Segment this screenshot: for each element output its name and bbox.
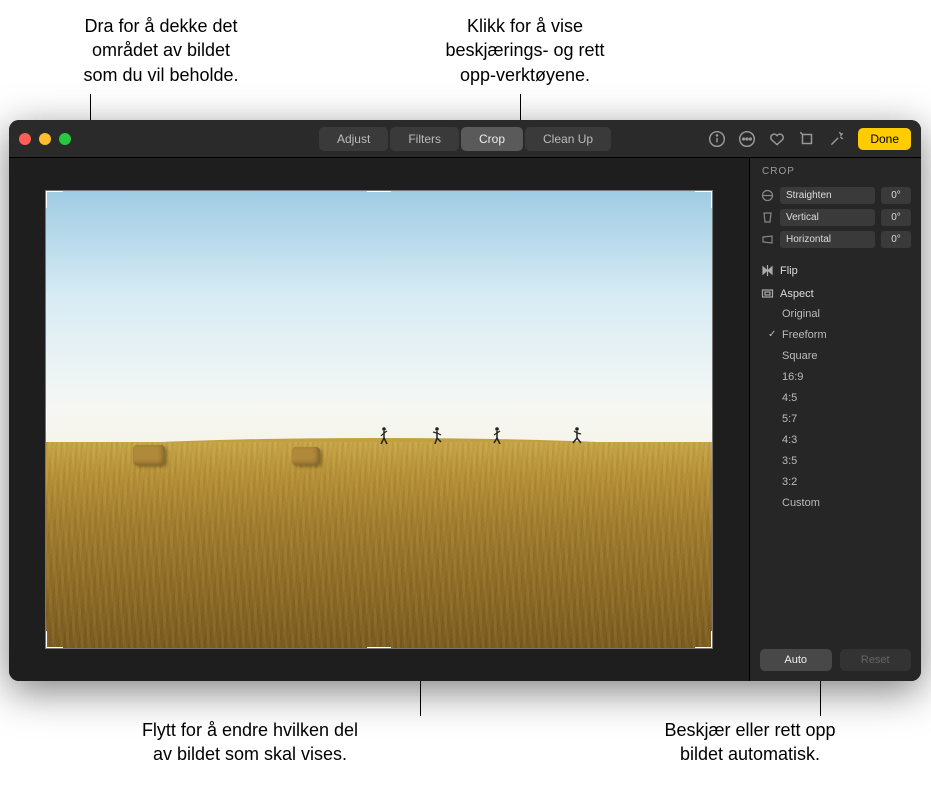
- aspect-5-7[interactable]: 5:7: [782, 410, 911, 428]
- vertical-row: Vertical 0°: [760, 209, 911, 226]
- flip-icon: [760, 264, 774, 277]
- toolbar-right: Done: [708, 128, 911, 150]
- window-controls: [19, 133, 71, 145]
- flip-label: Flip: [780, 265, 798, 277]
- vertical-perspective-icon: [760, 211, 774, 224]
- crop-handle-bottom-left[interactable]: [45, 631, 63, 649]
- aspect-list: Original Freeform Square 16:9 4:5 5:7 4:…: [760, 305, 911, 512]
- runner-figure: [432, 426, 442, 446]
- titlebar: Adjust Filters Crop Clean Up Done: [9, 120, 921, 158]
- horizontal-row: Horizontal 0°: [760, 231, 911, 248]
- straighten-row: Straighten 0°: [760, 187, 911, 204]
- reset-button: Reset: [840, 649, 912, 671]
- slider-label: Vertical: [786, 212, 819, 223]
- runner-figure: [572, 426, 582, 446]
- crop-handle-right[interactable]: [711, 408, 713, 432]
- favorite-icon[interactable]: [768, 130, 786, 148]
- maximize-button[interactable]: [59, 133, 71, 145]
- callout-crop-tools: Klikk for å vise beskjærings- og rett op…: [395, 14, 655, 87]
- crop-handle-left[interactable]: [45, 408, 47, 432]
- straighten-value[interactable]: 0°: [881, 187, 911, 204]
- runner-figure: [492, 426, 502, 446]
- aspect-3-5[interactable]: 3:5: [782, 452, 911, 470]
- aspect-freeform[interactable]: Freeform: [782, 326, 911, 344]
- hay-bale: [292, 447, 320, 465]
- callout-move: Flytt for å endre hvilken del av bildet …: [100, 718, 400, 767]
- crop-sidebar: CROP Straighten 0° Vertical 0°: [749, 158, 921, 681]
- window-body: CROP Straighten 0° Vertical 0°: [9, 158, 921, 681]
- aspect-header[interactable]: Aspect: [760, 282, 911, 305]
- crop-handle-bottom[interactable]: [367, 647, 391, 649]
- crop-handle-top-right[interactable]: [695, 190, 713, 208]
- close-button[interactable]: [19, 133, 31, 145]
- canvas-area: [9, 158, 749, 681]
- horizontal-value[interactable]: 0°: [881, 231, 911, 248]
- crop-handle-top[interactable]: [367, 190, 391, 192]
- flip-button[interactable]: Flip: [760, 259, 911, 282]
- app-window: Adjust Filters Crop Clean Up Done: [9, 120, 921, 681]
- tab-cleanup[interactable]: Clean Up: [525, 127, 611, 151]
- auto-button[interactable]: Auto: [760, 649, 832, 671]
- aspect-label: Aspect: [780, 288, 814, 300]
- photo-crop-frame[interactable]: [45, 190, 713, 649]
- edit-tabs: Adjust Filters Crop Clean Up: [318, 127, 612, 151]
- photo-sky: [46, 191, 712, 461]
- aspect-custom[interactable]: Custom: [782, 494, 911, 512]
- tab-adjust[interactable]: Adjust: [319, 127, 388, 151]
- straighten-slider[interactable]: Straighten: [780, 187, 875, 204]
- enhance-icon[interactable]: [828, 130, 846, 148]
- callout-auto: Beskjær eller rett opp bildet automatisk…: [620, 718, 880, 767]
- crop-handle-bottom-right[interactable]: [695, 631, 713, 649]
- slider-label: Straighten: [786, 190, 832, 201]
- hay-bale: [133, 445, 165, 465]
- aspect-square[interactable]: Square: [782, 347, 911, 365]
- sidebar-title: CROP: [760, 166, 911, 177]
- aspect-4-3[interactable]: 4:3: [782, 431, 911, 449]
- runner-figure: [379, 426, 389, 446]
- callout-drag: Dra for å dekke det området av bildet so…: [36, 14, 286, 87]
- straighten-icon: [760, 189, 774, 202]
- aspect-16-9[interactable]: 16:9: [782, 368, 911, 386]
- aspect-original[interactable]: Original: [782, 305, 911, 323]
- horizontal-perspective-icon: [760, 233, 774, 246]
- horizontal-slider[interactable]: Horizontal: [780, 231, 875, 248]
- vertical-slider[interactable]: Vertical: [780, 209, 875, 226]
- aspect-3-2[interactable]: 3:2: [782, 473, 911, 491]
- aspect-4-5[interactable]: 4:5: [782, 389, 911, 407]
- crop-handle-top-left[interactable]: [45, 190, 63, 208]
- tab-filters[interactable]: Filters: [390, 127, 459, 151]
- minimize-button[interactable]: [39, 133, 51, 145]
- info-icon[interactable]: [708, 130, 726, 148]
- photo-field: [46, 442, 712, 648]
- more-icon[interactable]: [738, 130, 756, 148]
- sidebar-footer: Auto Reset: [760, 649, 911, 671]
- aspect-icon: [760, 287, 774, 300]
- slider-label: Horizontal: [786, 234, 831, 245]
- vertical-value[interactable]: 0°: [881, 209, 911, 226]
- rotate-icon[interactable]: [798, 130, 816, 148]
- callout-line: [820, 680, 821, 716]
- tab-crop[interactable]: Crop: [461, 127, 523, 151]
- done-button[interactable]: Done: [858, 128, 911, 150]
